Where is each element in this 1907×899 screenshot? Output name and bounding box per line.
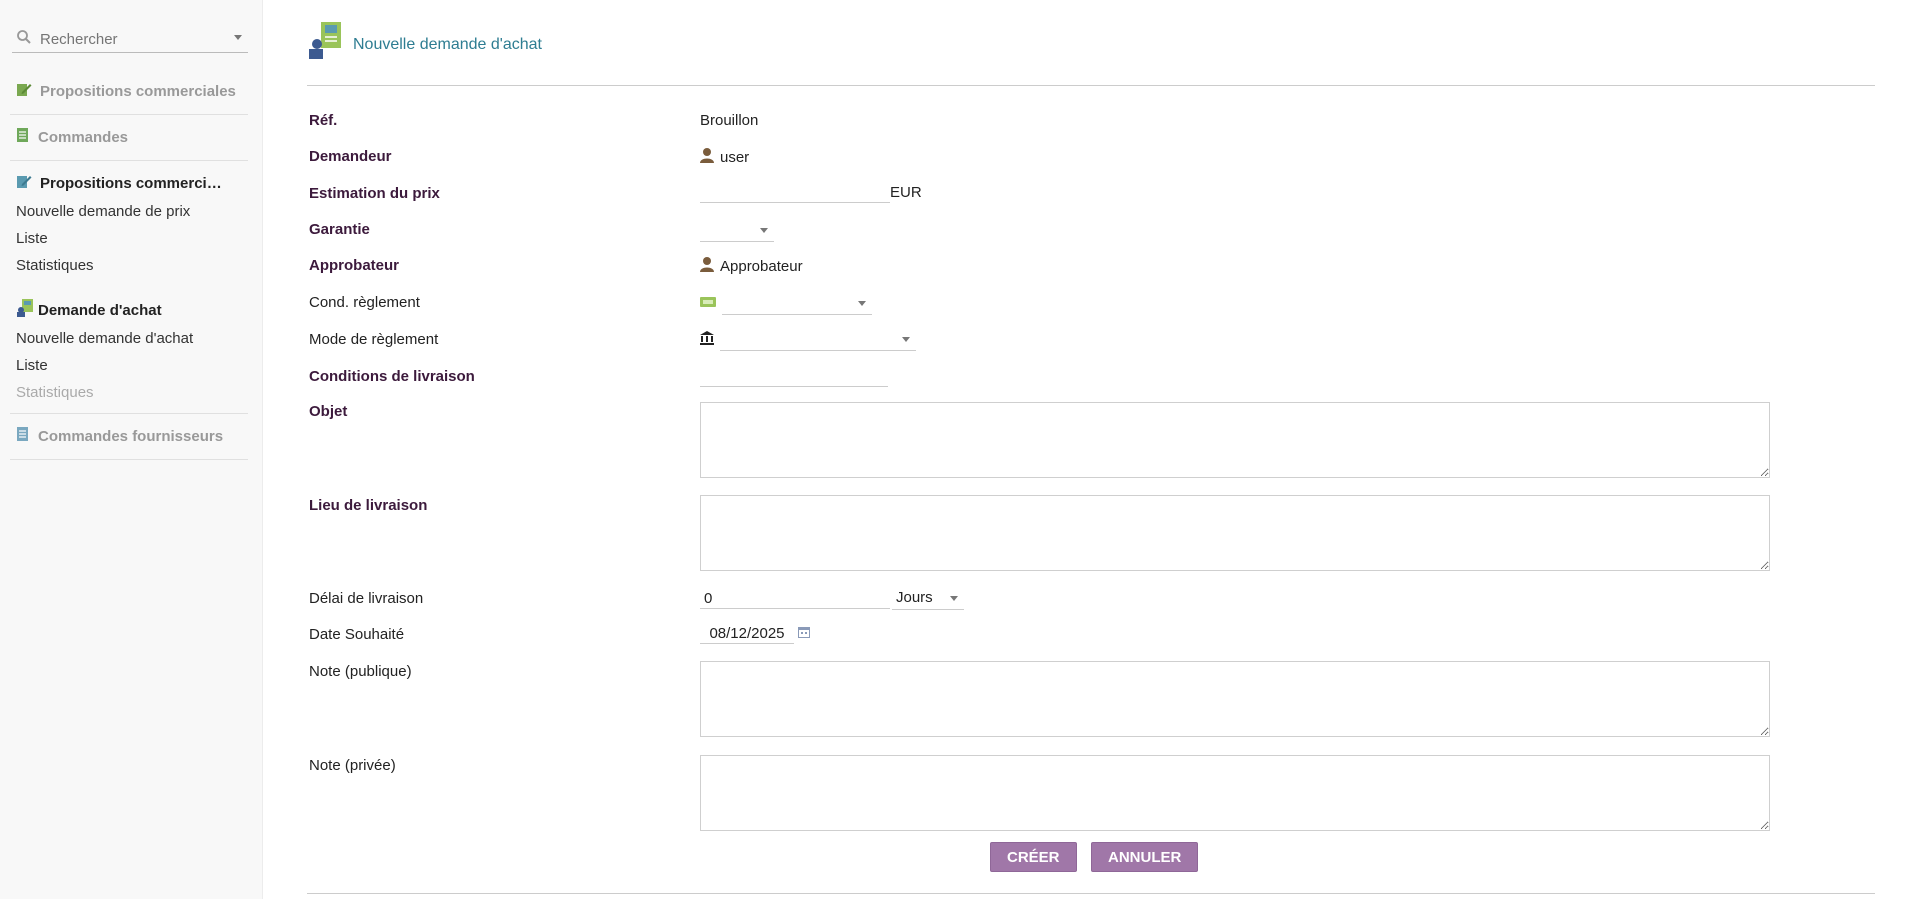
date-souhaite-field <box>700 623 810 644</box>
estimation-currency: EUR <box>890 184 922 201</box>
calendar-icon[interactable] <box>798 625 810 642</box>
estimation-label: Estimation du prix <box>309 185 440 202</box>
conditions-livraison-input[interactable] <box>700 366 888 387</box>
sidebar-item-nouvelle-demande-achat[interactable]: Nouvelle demande d'achat <box>16 330 193 347</box>
date-souhaite-label: Date Souhaité <box>309 626 405 643</box>
menu-propositions-fournisseurs-label: Propositions commerciale … <box>40 174 230 192</box>
chevron-down-icon <box>902 337 910 342</box>
cond-reglement-field <box>700 292 872 315</box>
menu-propositions-label: Propositions commerciales <box>40 82 236 100</box>
menu-divider <box>10 459 248 460</box>
demandeur-value[interactable]: user <box>700 147 749 167</box>
estimation-field: EUR <box>700 182 922 203</box>
note-privee-label: Note (privée) <box>309 757 396 774</box>
objet-textarea[interactable] <box>700 402 1770 478</box>
supplier-proposal-icon <box>16 173 32 193</box>
delai-livraison-label: Délai de livraison <box>309 590 424 607</box>
conditions-livraison-label: Conditions de livraison <box>309 368 475 385</box>
bank-icon <box>700 330 714 349</box>
user-icon <box>700 147 714 167</box>
garantie-select[interactable] <box>700 219 774 242</box>
cond-reglement-label: Cond. règlement <box>309 294 420 311</box>
sidebar-item-liste-demandes[interactable]: Liste <box>16 357 48 374</box>
chevron-down-icon <box>950 596 958 601</box>
page-title: Nouvelle demande d'achat <box>353 35 542 53</box>
cancel-button[interactable]: ANNULER <box>1091 842 1199 872</box>
footer-divider <box>307 893 1875 894</box>
delai-livraison-field: Jours <box>700 587 964 610</box>
approbateur-value[interactable]: Approbateur <box>700 256 803 276</box>
garantie-label: Garantie <box>309 221 370 238</box>
sidebar-item-statistiques-demandes: Statistiques <box>16 384 94 401</box>
demandeur-label: Demandeur <box>309 148 392 165</box>
lieu-livraison-textarea[interactable] <box>700 495 1770 571</box>
user-icon <box>700 256 714 276</box>
chevron-down-icon[interactable] <box>234 35 242 40</box>
sidebar-item-liste-propositions[interactable]: Liste <box>16 230 48 247</box>
supplier-order-icon <box>16 426 30 446</box>
sidebar: Propositions commerciales Commandes Prop… <box>0 0 263 899</box>
approbateur-name: Approbateur <box>720 257 803 275</box>
lieu-livraison-label: Lieu de livraison <box>309 497 428 514</box>
note-privee-textarea[interactable] <box>700 755 1770 831</box>
menu-propositions-commerciales[interactable]: Propositions commerciales <box>16 81 236 101</box>
menu-divider <box>10 114 248 115</box>
approbateur-label: Approbateur <box>309 257 399 274</box>
search-input[interactable] <box>38 28 222 50</box>
purchase-request-icon <box>16 298 34 322</box>
header-divider <box>307 85 1875 86</box>
create-button[interactable]: CRÉER <box>990 842 1077 872</box>
conditions-livraison-field <box>700 366 888 387</box>
demandeur-name: user <box>720 148 750 166</box>
payment-terms-icon <box>700 295 716 312</box>
menu-commandes-fournisseurs-label: Commandes fournisseurs <box>38 427 224 445</box>
mode-reglement-label: Mode de règlement <box>309 331 439 348</box>
ref-value: Brouillon <box>700 112 759 129</box>
chevron-down-icon <box>760 228 768 233</box>
order-document-icon <box>16 127 30 147</box>
note-publique-textarea[interactable] <box>700 661 1770 737</box>
note-publique-label: Note (publique) <box>309 663 412 680</box>
objet-label: Objet <box>309 403 348 420</box>
menu-propositions-fournisseurs[interactable]: Propositions commerciale … <box>16 173 230 193</box>
menu-commandes-label: Commandes <box>38 128 129 146</box>
chevron-down-icon <box>858 301 866 306</box>
page-header: Nouvelle demande d'achat <box>307 20 542 65</box>
menu-demande-achat[interactable]: Demande d'achat <box>16 298 162 322</box>
delai-unit-select[interactable]: Jours <box>892 587 964 610</box>
search-box[interactable] <box>12 26 248 53</box>
mode-reglement-select[interactable] <box>720 328 916 351</box>
menu-demande-achat-label: Demande d'achat <box>38 301 162 319</box>
menu-divider <box>10 160 248 161</box>
purchase-request-icon <box>307 20 343 65</box>
date-input[interactable] <box>700 623 794 644</box>
delai-input[interactable] <box>700 588 890 609</box>
menu-commandes-fournisseurs[interactable]: Commandes fournisseurs <box>16 426 223 446</box>
sidebar-item-nouvelle-demande-prix[interactable]: Nouvelle demande de prix <box>16 203 190 220</box>
search-icon <box>16 29 32 50</box>
menu-divider <box>10 413 248 414</box>
cond-reglement-select[interactable] <box>722 292 872 315</box>
proposal-edit-icon <box>16 81 32 101</box>
garantie-field <box>700 219 774 242</box>
mode-reglement-field <box>700 328 916 351</box>
ref-label: Réf. <box>309 112 338 129</box>
sidebar-item-statistiques-propositions[interactable]: Statistiques <box>16 257 94 274</box>
estimation-input[interactable] <box>700 182 890 203</box>
menu-commandes[interactable]: Commandes <box>16 127 128 147</box>
main-content: Nouvelle demande d'achat Réf. Brouillon … <box>263 0 1907 899</box>
